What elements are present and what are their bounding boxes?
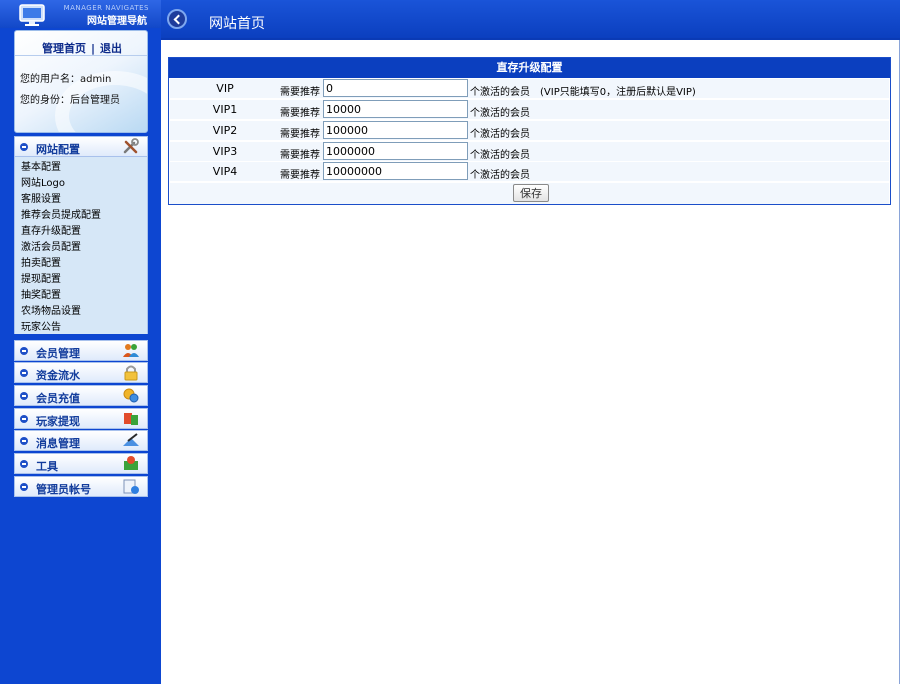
menu-section-label: 网站配置	[36, 143, 80, 156]
need-label: 需要推荐	[280, 170, 320, 181]
page-title: 网站首页	[209, 16, 265, 32]
need-label: 需要推荐	[280, 150, 320, 161]
button-row: 保存	[170, 183, 889, 204]
menu-section-site-config[interactable]: 网站配置	[14, 136, 148, 157]
config-row: VIP2 需要推荐 个激活的会员	[170, 121, 889, 141]
brand-header: MANAGER NAVIGATES 网站管理导航	[0, 0, 161, 28]
computer-logo-icon	[19, 4, 45, 26]
top-bar: 网站首页	[161, 0, 900, 40]
admin-home-link[interactable]: 管理首页	[42, 42, 86, 55]
menu-section-tools[interactable]: 工具	[14, 453, 148, 474]
main-content: 直存升级配置 VIP 需要推荐 个激活的会员 (VIP只能填写0，注册后默认是V…	[161, 40, 900, 684]
link-separator: |	[90, 42, 96, 55]
submenu-item[interactable]: 激活会员配置	[21, 238, 81, 253]
divider	[15, 55, 147, 56]
submenu-item[interactable]: 客服设置	[21, 190, 61, 205]
expand-bullet-icon	[20, 369, 28, 377]
menu-section-label: 玩家提现	[36, 415, 80, 428]
menu-section-label: 会员管理	[36, 347, 80, 360]
tools-icon	[123, 138, 139, 154]
role-text: 您的身份：后台管理员	[20, 95, 120, 106]
menu-section-label: 消息管理	[36, 437, 80, 450]
required-count-input[interactable]	[323, 162, 468, 180]
logout-link[interactable]: 退出	[100, 42, 122, 55]
submenu-item[interactable]: 农场物品设置	[21, 302, 81, 317]
submenu-item[interactable]: 玩家公告	[21, 318, 61, 333]
menu-section-fund-flow[interactable]: 资金流水	[14, 362, 148, 383]
collapse-bullet-icon	[20, 143, 28, 151]
menu-section-label: 管理员帐号	[36, 483, 91, 496]
expand-bullet-icon	[20, 483, 28, 491]
brand-title: 网站管理导航	[87, 16, 147, 27]
config-row: VIP4 需要推荐 个激活的会员	[170, 162, 889, 182]
unit-label: 个激活的会员	[470, 129, 530, 140]
menu-section-member-management[interactable]: 会员管理	[14, 340, 148, 361]
submenu-item[interactable]: 抽奖配置	[21, 286, 61, 301]
level-label: VIP2	[212, 124, 238, 137]
message-icon	[123, 433, 139, 446]
menu-section-label: 资金流水	[36, 369, 80, 382]
transfer-icon	[124, 413, 138, 425]
user-panel: 管理首页 | 退出 您的用户名：admin 您的身份：后台管理员	[14, 30, 148, 133]
required-count-input[interactable]	[323, 121, 468, 139]
recharge-icon	[123, 388, 139, 403]
need-label: 需要推荐	[280, 129, 320, 140]
level-label: VIP1	[212, 103, 238, 116]
menu-section-message-management[interactable]: 消息管理	[14, 430, 148, 451]
save-button[interactable]: 保存	[513, 184, 549, 202]
back-button[interactable]	[167, 9, 187, 29]
submenu-item[interactable]: 提现配置	[21, 270, 61, 285]
menu-section-player-withdraw[interactable]: 玩家提现	[14, 408, 148, 429]
unit-label: 个激活的会员	[470, 108, 530, 119]
unit-label: 个激活的会员	[470, 150, 530, 161]
users-icon	[123, 344, 139, 357]
config-panel: 直存升级配置 VIP 需要推荐 个激活的会员 (VIP只能填写0，注册后默认是V…	[168, 57, 891, 205]
expand-bullet-icon	[20, 437, 28, 445]
menu-section-label: 会员充值	[36, 392, 80, 405]
level-label: VIP	[216, 82, 234, 95]
level-label: VIP4	[212, 165, 238, 178]
submenu-item[interactable]: 推荐会员提成配置	[21, 206, 101, 221]
level-label: VIP3	[212, 145, 238, 158]
sidebar: MANAGER NAVIGATES 网站管理导航 管理首页 | 退出 您的用户名：a…	[0, 0, 161, 684]
panel-heading: 直存升级配置	[169, 58, 890, 78]
expand-bullet-icon	[20, 415, 28, 423]
brand-subtitle: MANAGER NAVIGATES	[63, 4, 149, 12]
toolbox-icon	[124, 456, 138, 470]
unit-label: 个激活的会员	[470, 170, 530, 181]
lock-icon	[124, 365, 138, 381]
menu-section-member-recharge[interactable]: 会员充值	[14, 385, 148, 406]
menu-section-admin-account[interactable]: 管理员帐号	[14, 476, 148, 497]
expand-bullet-icon	[20, 460, 28, 468]
config-row: VIP3 需要推荐 个激活的会员	[170, 142, 889, 162]
user-links: 管理首页 | 退出	[15, 40, 147, 56]
config-row: VIP 需要推荐 个激活的会员 (VIP只能填写0，注册后默认是VIP)	[170, 79, 889, 99]
submenu-item[interactable]: 拍卖配置	[21, 254, 61, 269]
menu-section-label: 工具	[36, 460, 58, 473]
need-label: 需要推荐	[280, 108, 320, 119]
required-count-input[interactable]	[323, 79, 468, 97]
unit-label: 个激活的会员 (VIP只能填写0，注册后默认是VIP)	[470, 87, 696, 98]
required-count-input[interactable]	[323, 100, 468, 118]
username-text: 您的用户名：admin	[20, 74, 112, 85]
submenu-item[interactable]: 基本配置	[21, 158, 61, 173]
submenu-item[interactable]: 网站Logo	[21, 174, 65, 189]
required-count-input[interactable]	[323, 142, 468, 160]
expand-bullet-icon	[20, 392, 28, 400]
submenu-item[interactable]: 直存升级配置	[21, 222, 81, 237]
admin-account-icon	[123, 479, 139, 494]
config-row: VIP1 需要推荐 个激活的会员	[170, 100, 889, 120]
submenu-site-config: 基本配置 网站Logo 客服设置 推荐会员提成配置 直存升级配置 激活会员配置 …	[14, 157, 148, 334]
need-label: 需要推荐	[280, 87, 320, 98]
expand-bullet-icon	[20, 347, 28, 355]
